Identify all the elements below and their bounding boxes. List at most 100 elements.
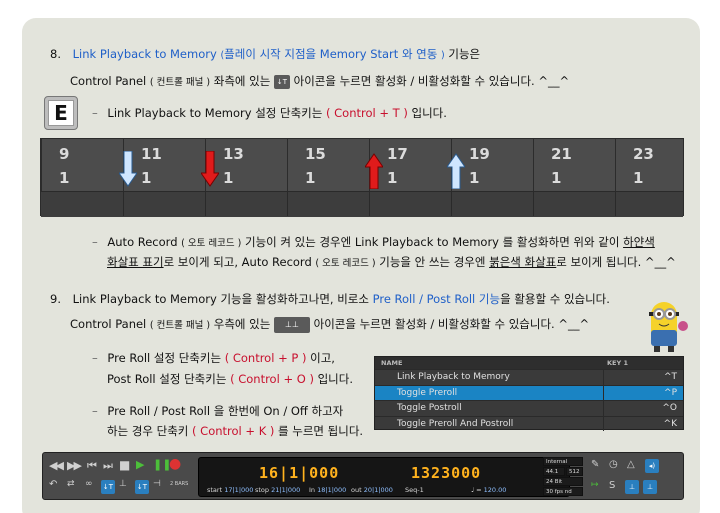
ruler-cell (369, 192, 370, 216)
frame-rate[interactable]: 30 fps nd (543, 487, 583, 496)
section-number: 8. (50, 47, 61, 61)
buffer-size[interactable]: 512 (566, 467, 583, 476)
clock-icon[interactable]: ◷ (609, 459, 618, 470)
tempo-field[interactable]: ♩ = 120.00 (471, 486, 506, 494)
bar-number: 21 (551, 145, 572, 163)
text: 좌측에 있는 (213, 74, 271, 88)
column-divider (603, 385, 604, 400)
command-name: Link Playback to Memory (397, 372, 510, 382)
column-key-header: KEY 1 (607, 359, 628, 367)
table-row[interactable]: Toggle Preroll ^P (375, 384, 683, 400)
section-note: 플레이 시작 지점을 Memory Start 와 연동 (224, 47, 438, 61)
in-field[interactable]: In 18|1|000 (309, 486, 346, 494)
text: ( 컨트롤 패널 ) (149, 77, 211, 88)
go-to-end-button[interactable]: ⏭ (103, 459, 113, 473)
beat-number: 1 (59, 169, 70, 187)
rewind-button[interactable]: ◀◀ (49, 459, 64, 472)
memory-end-red-arrow-icon[interactable] (365, 153, 383, 189)
main-counter[interactable]: 16|1|000 (259, 464, 339, 482)
text: 입니다. (317, 372, 353, 386)
text: 기능을 안 쓰는 경우엔 (379, 255, 486, 269)
bullet-dash: – (92, 235, 98, 249)
table-row[interactable]: Toggle Preroll And Postroll ^K (375, 415, 683, 431)
stop-button[interactable]: ■ (119, 458, 130, 472)
bullet-both-l1: – Pre Roll / Post Roll 을 한번에 On / Off 하고… (92, 403, 343, 419)
text: Pre Roll 설정 단축키는 (107, 351, 222, 365)
table-row[interactable]: Link Playback to Memory ^T (375, 369, 683, 385)
fast-forward-button[interactable]: ▶▶ (67, 459, 82, 472)
section-title: Link Playback to Memory (72, 47, 217, 61)
return-to-zero-button[interactable]: ⏮ (87, 459, 97, 473)
out-field[interactable]: out 20|1|000 (351, 486, 393, 494)
bit-depth[interactable]: 24 Bit Integer (543, 477, 583, 494)
play-button[interactable]: ▶ (136, 458, 144, 471)
shortcut-table: NAME KEY 1 Link Playback to Memory ^T To… (374, 356, 684, 431)
beat-number: 1 (305, 169, 316, 187)
section-number: 9. (50, 292, 61, 306)
bar-number: 13 (223, 145, 244, 163)
text: 이고, (310, 351, 335, 365)
column-divider (603, 370, 604, 385)
text: 입니다. (411, 106, 447, 120)
command-key: ^T (663, 372, 677, 382)
table-row[interactable]: Toggle Postroll ^O (375, 400, 683, 416)
sub-counter[interactable]: 1323000 (411, 464, 481, 482)
start-field[interactable]: start 17|1|000 (207, 486, 253, 494)
bullet-dash: – (92, 106, 98, 120)
section-tail: 기능은 (448, 47, 481, 61)
preroll-button[interactable]: ⊥ (625, 480, 639, 494)
beat-number: 1 (141, 169, 152, 187)
countoff-icon[interactable]: ⊣ (153, 479, 161, 489)
text: 을 활용할 수 있습니다. (500, 292, 610, 306)
text: 붉은색 화살표 (489, 255, 557, 269)
value: 17|1|000 (224, 486, 254, 494)
text: Post Roll 설정 단축키는 (107, 372, 227, 386)
column-name-header: NAME (381, 359, 403, 367)
speaker-icon[interactable]: ◂) (645, 459, 659, 473)
bullet-auto-record-l1: – Auto Record ( 오토 레코드 ) 기능이 켜 있는 경우엔 Li… (92, 234, 655, 250)
bullet-dash: – (92, 404, 98, 418)
label: In (309, 486, 316, 494)
metronome-icon[interactable]: △ (627, 459, 635, 470)
tempo-value: 120.00 (483, 486, 507, 494)
ruler-cell (615, 192, 616, 216)
sample-rate[interactable]: 44.1 kHz (543, 467, 565, 484)
bullet-preroll-l1: – Pre Roll 설정 단축키는 ( Control + P ) 이고, (92, 350, 335, 366)
clock-source[interactable]: Internal Clock (543, 457, 583, 474)
undo-icon[interactable]: ↶ (49, 479, 57, 490)
quickpunch-icon[interactable]: ⊥ (119, 479, 127, 489)
postroll-button[interactable]: ⊥ (643, 480, 657, 494)
auto-record-button[interactable]: ↓T (135, 480, 149, 494)
palette-icon[interactable]: ✎ (591, 459, 599, 470)
memory-start-red-arrow-icon[interactable] (201, 151, 219, 187)
ruler-cell (533, 192, 534, 216)
section-9-heading: 9. Link Playback to Memory 기능을 활성화하고나면, … (50, 291, 610, 307)
memory-end-white-arrow-icon[interactable] (447, 153, 465, 189)
shortcut-text: ( Control + T ) (326, 106, 408, 120)
key-label: E (48, 100, 74, 126)
bullet-dash: – (92, 351, 98, 365)
record-button[interactable]: ● (169, 456, 181, 472)
text: 아이콘을 누르면 활성화 / 비활성화할 수 있습니다. ^__^ (293, 74, 570, 88)
command-key: ^P (664, 387, 677, 398)
sync-icon[interactable]: ↦ (591, 480, 599, 490)
link-playback-icon: ↓T (273, 74, 290, 89)
stop-field[interactable]: stop 21|1|000 (255, 486, 300, 494)
value: 20|1|000 (363, 486, 393, 494)
text: 를 누르면 됩니다. (278, 424, 364, 438)
text: Control Panel (70, 74, 147, 88)
beat-number: 1 (633, 169, 644, 187)
smpte-icon[interactable]: S (609, 480, 615, 491)
text: Link Playback to Memory 기능을 활성화하고나면, 비로소 (72, 292, 369, 306)
sequence-selector[interactable]: Seq-1 (405, 486, 424, 494)
text: ( 컨트롤 패널 ) (149, 320, 211, 331)
ruler-tick (533, 139, 534, 191)
online-icon[interactable]: ⇄ (67, 479, 75, 489)
value: 18|1|000 (317, 486, 347, 494)
text: Auto Record (107, 235, 178, 249)
loop-icon[interactable]: ∞ (85, 479, 93, 489)
bar-number: 9 (59, 145, 70, 163)
link-playback-button[interactable]: ↓T (101, 480, 115, 494)
text: 로 보이게 되고, Auto Record (163, 255, 312, 269)
memory-start-white-arrow-icon[interactable] (119, 151, 137, 187)
